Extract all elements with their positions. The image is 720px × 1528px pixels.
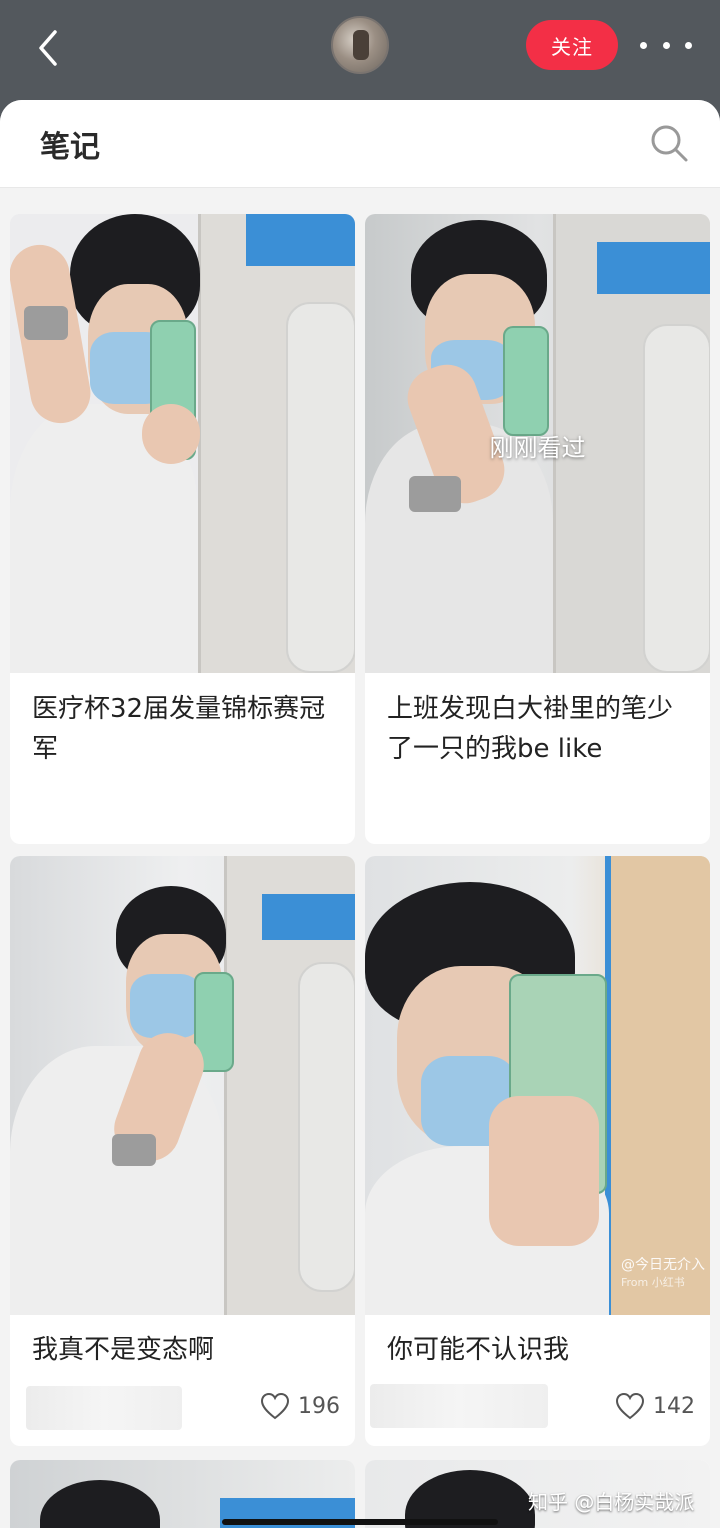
note-card[interactable]: 医疗杯32届发量锦标赛冠军 480 — [10, 214, 355, 844]
note-card[interactable]: 刚刚看过 上班发现白大褂里的笔少了一只的我be like 573 — [365, 214, 710, 844]
more-icon — [640, 41, 647, 49]
page-watermark: 知乎 @白杨实哉派 — [528, 1490, 695, 1514]
note-cover-image — [10, 1460, 355, 1528]
search-icon[interactable] — [648, 122, 690, 164]
note-card[interactable] — [10, 1460, 355, 1528]
note-cover-image — [10, 214, 355, 673]
back-arrow-icon — [39, 30, 57, 66]
sheet-title: 笔记 — [40, 130, 100, 165]
heart-icon — [260, 1392, 290, 1420]
like-count: 142 — [653, 1393, 695, 1419]
note-cover-image — [10, 856, 355, 1315]
image-watermark: @今日无介入 From 小红书 — [621, 1257, 705, 1289]
author-info[interactable] — [370, 1384, 548, 1428]
notes-sheet: 笔记 医疗杯32届发量锦标赛冠军 480 — [0, 100, 720, 1528]
heart-icon — [615, 1392, 645, 1420]
note-card[interactable]: 我真不是变态啊 196 — [10, 856, 355, 1446]
note-title: 你可能不认识我 — [387, 1335, 570, 1365]
top-bar: 关注 — [0, 0, 720, 100]
back-button[interactable] — [28, 26, 68, 70]
home-indicator — [222, 1519, 498, 1525]
note-title: 上班发现白大褂里的笔少了一只的我be like — [387, 694, 674, 764]
note-title: 我真不是变态啊 — [32, 1335, 215, 1365]
avatar[interactable] — [331, 16, 389, 74]
more-button[interactable] — [640, 30, 692, 60]
note-cover-image: @今日无介入 From 小红书 — [365, 856, 710, 1315]
author-info[interactable] — [26, 1386, 182, 1430]
note-card[interactable]: @今日无介入 From 小红书 你可能不认识我 142 — [365, 856, 710, 1446]
like-button[interactable]: 142 — [615, 1392, 695, 1420]
note-title: 医疗杯32届发量锦标赛冠军 — [32, 694, 326, 764]
recently-viewed-label: 刚刚看过 — [489, 434, 586, 462]
note-cover-image: 刚刚看过 — [365, 214, 710, 673]
like-button[interactable]: 196 — [260, 1392, 340, 1420]
like-count: 196 — [298, 1393, 340, 1419]
follow-button[interactable]: 关注 — [526, 20, 618, 70]
sheet-header: 笔记 — [0, 100, 720, 188]
